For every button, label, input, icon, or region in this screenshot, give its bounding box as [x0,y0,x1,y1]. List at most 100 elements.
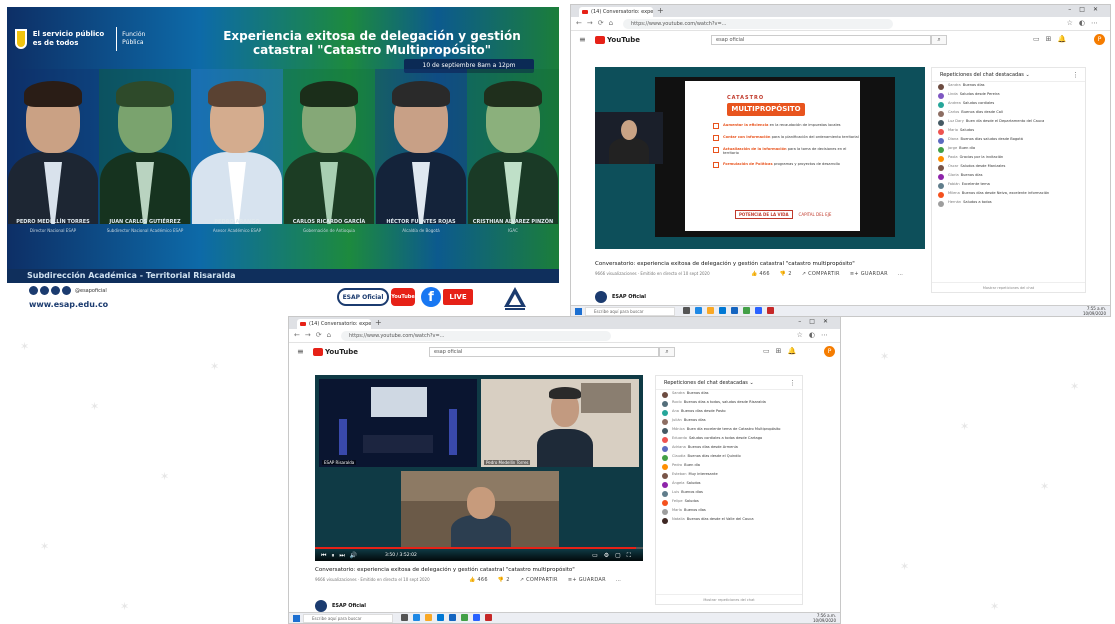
chat-avatar [662,437,668,443]
channel-avatar[interactable] [595,291,607,303]
search-icon[interactable]: ⌕ [659,347,675,357]
task-view-icon[interactable] [683,307,690,314]
share-button[interactable]: ↗ COMPARTIR [802,271,840,277]
file-explorer-icon[interactable] [707,307,714,314]
header-icons[interactable]: ▭⊞🔔 [1033,35,1072,43]
search-input[interactable]: esap oficial [429,347,659,357]
chat-header[interactable]: Repeticiones del chat destacadas ⌄ [656,376,802,390]
dislike-button[interactable]: 👎 2 [780,271,792,277]
channel-avatar[interactable] [315,600,327,612]
tray-date: 10/09/2020 [812,617,836,623]
channel-name[interactable]: ESAP Oficial [332,603,366,609]
chat-text: Buenos días desde el Quindío [687,454,741,458]
browser-tab[interactable]: (14) Conversatorio: expe [297,319,371,329]
address-bar-row: ←→⟳⌂ https://www.youtube.com/watch?v=...… [571,17,1110,31]
mail-icon[interactable] [731,307,738,314]
chat-user: Paola [948,155,958,159]
chrome-icon[interactable] [743,307,750,314]
url-field[interactable]: https://www.youtube.com/watch?v=... [341,331,611,341]
zoom-icon[interactable] [473,614,480,621]
taskbar-search[interactable]: Escribe aquí para buscar [585,307,675,316]
taskbar-search[interactable]: Escribe aquí para buscar [303,614,393,623]
chrome-icon[interactable] [461,614,468,621]
save-button[interactable]: ≡+ GUARDAR [850,271,888,277]
window-controls[interactable]: –□✕ [1068,6,1106,13]
edge-icon[interactable] [413,614,420,621]
slide-bullet: Formulación de Políticas programas y pro… [713,161,863,168]
save-button[interactable]: ≡+ GUARDAR [568,577,606,583]
windows-start-icon[interactable] [575,308,582,315]
chat-message: Hernán Saludos a todos [932,199,1085,208]
app-icon[interactable] [767,307,774,314]
wall-picture [581,383,631,413]
menu-icon[interactable]: ≡ [579,35,586,44]
chat-avatar [662,446,668,452]
venue-light [449,409,457,455]
mail-icon[interactable] [449,614,456,621]
player-controls: ⏮⏸⏭🔊 3:50 / 3:52:02 ▭⚙▢⛶ [315,549,643,561]
speaker-caption: CARLOS RICARDO GARCÍA Gobernación de Ant… [283,219,375,275]
dislike-button[interactable]: 👎 2 [498,577,510,583]
speaker-name: JUAN CARLOS GUTIÉRREZ [109,219,181,225]
app-icon[interactable] [485,614,492,621]
nav-buttons[interactable]: ←→⟳⌂ [576,19,618,27]
system-tray[interactable]: 7:55 a.m. 10/09/2020 [1083,306,1106,316]
system-tray[interactable]: 7:56 a.m. 10/09/2020 [812,613,836,623]
share-button[interactable]: ↗ COMPARTIR [520,577,558,583]
windows-start-icon[interactable] [293,615,300,622]
youtube-logo[interactable]: YouTube [313,348,358,356]
poster-title: Experiencia exitosa de delegación y gest… [223,29,521,57]
browser-tab[interactable]: (14) Conversatorio: expe [579,7,653,17]
nav-buttons[interactable]: ←→⟳⌂ [294,331,336,339]
zoom-icon[interactable] [755,307,762,314]
file-explorer-icon[interactable] [425,614,432,621]
player-settings[interactable]: ▭⚙▢⛶ [592,552,637,560]
store-icon[interactable] [437,614,444,621]
speaker-role: IGAC [508,228,518,233]
speaker-hair [208,81,266,107]
slide-bullets: Aumentar la eficiencia en la recaudación… [713,123,863,174]
new-tab-icon[interactable]: + [375,318,382,327]
channel-row[interactable]: ESAP Oficial [595,291,646,303]
speaker-photo [191,69,283,224]
task-view-icon[interactable] [401,614,408,621]
chat-message: Oscar Saludos desde Manizales [932,163,1085,172]
avatar[interactable]: P [1094,34,1105,45]
video-player[interactable]: ESAP Risaralda Pedro Medellín Torres ⏮⏸⏭… [315,375,643,561]
more-button[interactable]: … [616,577,621,583]
chat-message: Sandra Buenos días [932,82,1085,91]
extension-icons[interactable]: ☆◐⋯ [1067,19,1104,27]
extension-icons[interactable]: ☆◐⋯ [797,331,834,339]
chat-user: Sandra [672,391,685,395]
chat-header[interactable]: Repeticiones del chat destacadas ⌄ [932,68,1085,82]
youtube-logo-icon: YouTube [391,288,415,306]
chat-avatar [938,129,944,135]
chat-replay-toggle[interactable]: Mostrar repeticiones del chat [656,594,802,604]
browser-window-top: (14) Conversatorio: expe + –□✕ ←→⟳⌂ http… [570,4,1111,317]
chat-replay-toggle[interactable]: Mostrar repeticiones del chat [932,282,1085,292]
chat-avatar [662,392,668,398]
window-controls[interactable]: –□✕ [798,318,836,325]
store-icon[interactable] [719,307,726,314]
search-icon[interactable]: ⌕ [931,35,947,45]
chat-avatar [662,428,668,434]
chat-text: Buenos días [960,173,983,177]
edge-icon[interactable] [695,307,702,314]
url-field[interactable]: https://www.youtube.com/watch?v=... [623,19,893,29]
like-button[interactable]: 👍 466 [751,271,770,277]
playback-controls[interactable]: ⏮⏸⏭🔊 [321,552,362,560]
menu-icon[interactable]: ≡ [297,347,304,356]
avatar[interactable]: P [824,346,835,357]
channel-row[interactable]: ESAP Oficial [315,600,366,612]
video-player[interactable]: CATASTRO MULTIPROPÓSITO Aumentar la efic… [595,67,925,249]
youtube-logo[interactable]: YouTube [595,36,640,44]
event-poster: El servicio público es de todos Función … [7,7,559,314]
header-icons[interactable]: ▭⊞🔔 [763,347,802,355]
like-button[interactable]: 👍 466 [469,577,488,583]
new-tab-icon[interactable]: + [657,6,664,15]
youtube-header: ≡ YouTube esap oficial ⌕ ▭⊞🔔 P [571,32,1110,48]
channel-name[interactable]: ESAP Oficial [612,294,646,300]
more-button[interactable]: … [898,271,903,277]
bullet-head: Actualización de la información [723,147,787,151]
search-input[interactable]: esap oficial [711,35,931,45]
